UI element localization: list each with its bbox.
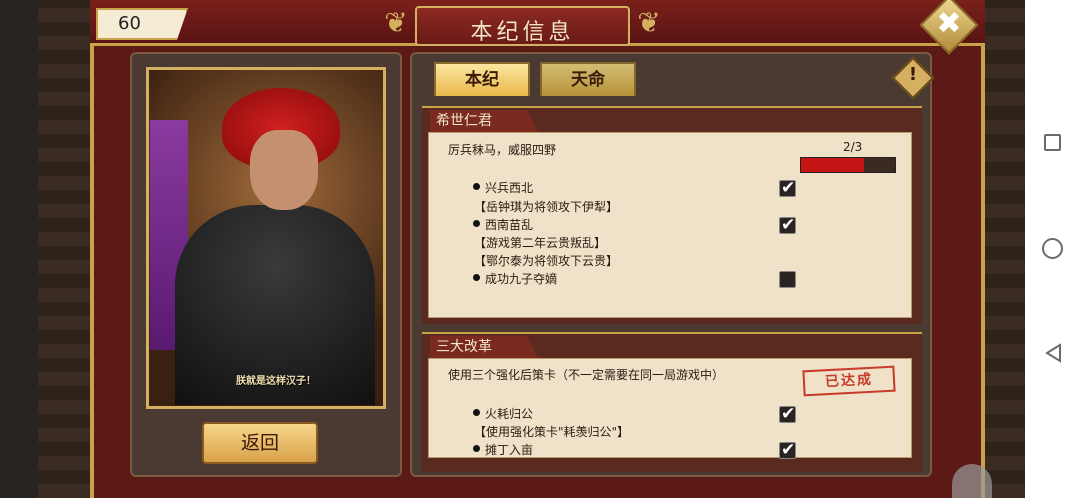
bullet-icon [473,409,480,416]
list-item-note: 【岳钟琪为将领攻下伊犁】 [474,200,619,214]
section-1-description: 厉兵秣马，威服四野 [448,143,557,157]
home-icon[interactable] [1042,238,1063,259]
list-item-note: 【游戏第二年云贵叛乱】 [474,236,607,250]
portrait-face [250,130,318,210]
checkbox[interactable] [779,214,796,236]
bullet-icon [473,220,480,227]
recent-apps-icon[interactable] [1044,134,1061,151]
tab-tianming[interactable]: 天命 [540,62,636,96]
warning-glyph[interactable]: ! [898,64,928,85]
progress-bar [800,157,896,173]
counter-plate [96,8,188,40]
scroll-ornament-left-icon: ❦ [384,6,408,39]
left-edge [0,0,38,498]
list-item-note: 【使用强化策卡"耗羡归公"】 [474,425,630,439]
progress-fill [801,158,864,172]
game-screen: ❦ ❦ 本纪信息 60 ✖ 朕就是这样汉子！ 返回 本纪 天命 ! 希世仁君 厉… [0,0,1080,498]
list-item-note: 【鄂尔泰为将领攻下云贵】 [474,254,619,268]
list-item-label: 成功九子夺嫡 [485,272,558,286]
checkbox[interactable] [779,177,796,199]
bullet-icon [473,445,480,452]
checkbox[interactable] [779,439,796,461]
scroll-ornament-right-icon: ❦ [637,6,661,39]
tab-benji[interactable]: 本纪 [434,62,530,96]
list-item-label: 兴兵西北 [485,181,534,195]
left-decoration [38,0,90,498]
section-1-header: 希世仁君 [430,110,538,132]
back-nav-icon[interactable] [1044,343,1062,363]
portrait-caption: 朕就是这样汉子！ [236,376,316,387]
right-decoration [985,0,1025,498]
checkbox[interactable] [779,271,796,288]
close-x-icon[interactable]: ✖ [928,6,970,46]
section-2-header: 三大改革 [430,336,538,358]
list-item-label: 摊丁入亩 [485,443,534,457]
list-item-label: 火耗归公 [485,407,534,421]
page-title: 本纪信息 [470,20,575,45]
achieved-stamp: 已达成 [802,365,896,397]
back-button[interactable]: 返回 [202,422,318,464]
list-item-label: 西南苗乱 [485,218,534,232]
progress-text: 2/3 [843,140,863,154]
bullet-icon [473,183,480,190]
checkbox[interactable] [779,403,796,425]
counter-value: 60 [118,13,141,34]
section-2-description: 使用三个强化后策卡（不一定需要在同一局游戏中） [448,368,725,382]
lock-icon[interactable] [952,464,992,498]
bullet-icon [473,274,480,281]
